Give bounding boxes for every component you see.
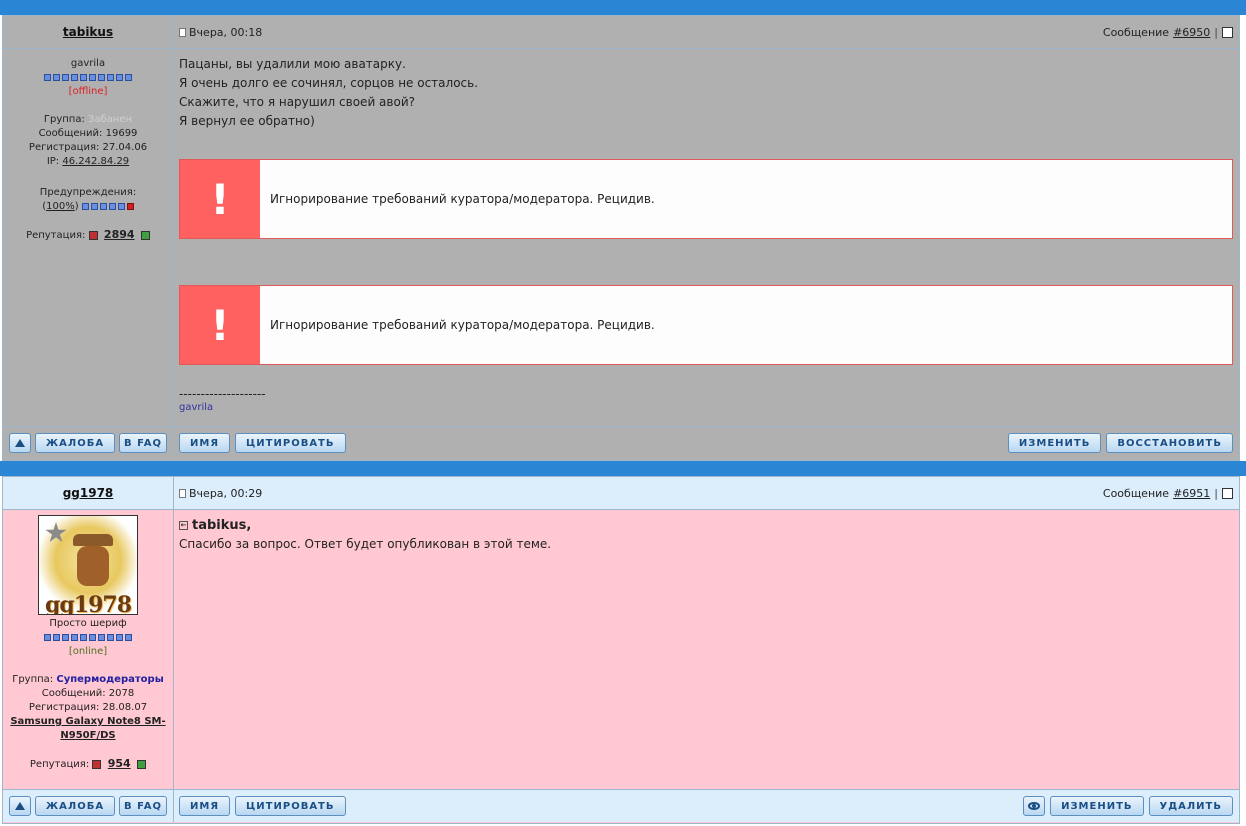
user-device-link[interactable]: Samsung Galaxy Note8 SM-N950F/DS bbox=[3, 715, 173, 743]
arrow-up-icon bbox=[15, 439, 25, 447]
user-group: Группа: Забанен bbox=[43, 114, 133, 125]
quote-button[interactable]: ЦИТИРОВАТЬ bbox=[235, 796, 346, 816]
document-icon bbox=[179, 488, 186, 498]
edit-button[interactable]: ИЗМЕНИТЬ bbox=[1007, 433, 1102, 453]
message-link[interactable]: #6950 bbox=[1173, 26, 1210, 39]
post-line: Пацаны, вы удалили мою аватарку. bbox=[179, 57, 406, 71]
post-header: tabikus Вчера, 00:18 Сообщение #6950 | bbox=[3, 16, 1239, 49]
user-reputation: Репутация: 2894 bbox=[3, 228, 173, 243]
scroll-top-button[interactable] bbox=[9, 796, 31, 816]
rep-minus-icon[interactable] bbox=[88, 230, 98, 240]
edit-button[interactable]: ИЗМЕНИТЬ bbox=[1050, 796, 1144, 816]
message-link[interactable]: #6951 bbox=[1173, 487, 1210, 500]
rep-minus-icon[interactable] bbox=[92, 759, 102, 769]
post-6950: tabikus Вчера, 00:18 Сообщение #6950 | g… bbox=[2, 15, 1240, 461]
reputation-value[interactable]: 954 bbox=[108, 757, 131, 770]
scroll-top-button[interactable] bbox=[9, 433, 31, 453]
user-post-count: Сообщений: 19699 bbox=[38, 128, 138, 139]
arrow-up-icon bbox=[15, 802, 25, 810]
signature-divider: -------------------- bbox=[179, 387, 266, 401]
user-post-count: Сообщений: 2078 bbox=[41, 688, 135, 699]
date-text: Вчера, 00:18 bbox=[189, 25, 263, 39]
message-number: Сообщение #6950 | bbox=[1103, 26, 1233, 39]
post-date: Вчера, 00:29 bbox=[179, 487, 262, 500]
separator: | bbox=[1214, 25, 1218, 39]
sheriff-star-icon bbox=[45, 522, 67, 543]
ip-link[interactable]: 46.242.84.29 bbox=[62, 156, 129, 167]
avatar-text: gg1978 bbox=[45, 592, 132, 615]
author-nick[interactable]: tabikus bbox=[63, 25, 113, 39]
post-header: gg1978 Вчера, 00:29 Сообщение #6951 | bbox=[3, 477, 1239, 510]
author-nick[interactable]: gg1978 bbox=[63, 486, 114, 500]
post-toolbar: ЖАЛОБА В FAQ ИМЯ ЦИТИРОВАТЬ ИЗМЕНИТЬ ВОС… bbox=[3, 426, 1239, 459]
warning-text: Игнорирование требований куратора/модера… bbox=[270, 317, 655, 332]
separator: | bbox=[1214, 486, 1218, 500]
warnings-label: Предупреждения: bbox=[39, 187, 137, 198]
user-ip: IP: 46.242.84.29 bbox=[46, 156, 130, 167]
document-icon bbox=[179, 27, 186, 37]
rank-pips bbox=[44, 73, 132, 81]
post-separator-bar bbox=[0, 461, 1246, 476]
date-text: Вчера, 00:29 bbox=[189, 486, 263, 500]
faq-button[interactable]: В FAQ bbox=[118, 433, 167, 453]
faq-button[interactable]: В FAQ bbox=[118, 796, 167, 816]
warning-text: Игнорирование требований куратора/модера… bbox=[270, 191, 655, 206]
warning-pips bbox=[81, 202, 134, 210]
user-registration: Регистрация: 27.04.06 bbox=[28, 142, 148, 153]
select-checkbox[interactable] bbox=[1222, 487, 1233, 499]
user-info-panel: gavrila [offline] Группа: Забанен Сообще… bbox=[3, 49, 174, 426]
quote-button[interactable]: ЦИТИРОВАТЬ bbox=[235, 433, 346, 453]
user-group: Группа: Супермодераторы bbox=[12, 674, 164, 685]
reply-mention[interactable]: ← tabikus, bbox=[179, 516, 1233, 535]
message-label: Сообщение bbox=[1102, 486, 1170, 500]
post-separator-bar bbox=[0, 0, 1246, 15]
user-registration: Регистрация: 28.08.07 bbox=[28, 702, 148, 713]
exclamation-icon: ! bbox=[180, 160, 260, 238]
signature: gavrila bbox=[179, 402, 214, 413]
warnings-percent-link[interactable]: 100% bbox=[46, 201, 75, 212]
warnings-level: (100%) bbox=[3, 200, 173, 214]
user-info-panel: gg1978 Просто шериф [online] Группа: Суп… bbox=[3, 510, 174, 789]
complaint-button[interactable]: ЖАЛОБА bbox=[34, 433, 116, 453]
user-title: Просто шериф bbox=[49, 618, 127, 629]
name-button[interactable]: ИМЯ bbox=[179, 433, 231, 453]
name-button[interactable]: ИМЯ bbox=[179, 796, 231, 816]
post-content: Пацаны, вы удалили мою аватарку. Я очень… bbox=[174, 49, 1239, 426]
user-status: [online] bbox=[68, 646, 108, 657]
moderator-warning: ! Игнорирование требований куратора/моде… bbox=[179, 285, 1233, 365]
complaint-button[interactable]: ЖАЛОБА bbox=[34, 796, 116, 816]
post-text: Спасибо за вопрос. Ответ будет опубликов… bbox=[179, 537, 552, 551]
moderator-warning: ! Игнорирование требований куратора/моде… bbox=[179, 159, 1233, 239]
post-date: Вчера, 00:18 bbox=[179, 26, 262, 39]
post-line: Я очень долго ее сочинял, сорцов не оста… bbox=[179, 76, 479, 90]
user-status: [offline] bbox=[68, 86, 108, 97]
eye-icon bbox=[1028, 802, 1041, 810]
restore-button[interactable]: ВОССТАНОВИТЬ bbox=[1106, 433, 1233, 453]
reply-to-nick: tabikus, bbox=[192, 518, 252, 533]
post-line: Скажите, что я нарушил своей авой? bbox=[179, 95, 415, 109]
user-title: gavrila bbox=[70, 58, 106, 69]
select-checkbox[interactable] bbox=[1222, 26, 1233, 38]
rank-pips bbox=[44, 633, 132, 641]
view-button[interactable] bbox=[1023, 796, 1046, 816]
exclamation-icon: ! bbox=[180, 286, 260, 364]
delete-button[interactable]: УДАЛИТЬ bbox=[1148, 796, 1233, 816]
avatar[interactable]: gg1978 bbox=[38, 515, 138, 615]
message-number: Сообщение #6951 | bbox=[1103, 487, 1233, 500]
post-toolbar: ЖАЛОБА В FAQ ИМЯ ЦИТИРОВАТЬ ИЗМЕНИТЬ УДА… bbox=[3, 789, 1239, 822]
post-content: ← tabikus, Спасибо за вопрос. Ответ буде… bbox=[174, 510, 1239, 789]
rep-plus-icon[interactable] bbox=[137, 759, 147, 769]
user-reputation: Репутация: 954 bbox=[3, 757, 173, 772]
reply-arrow-icon: ← bbox=[179, 521, 188, 530]
reputation-value[interactable]: 2894 bbox=[104, 228, 135, 241]
message-label: Сообщение bbox=[1102, 25, 1170, 39]
rep-plus-icon[interactable] bbox=[140, 230, 150, 240]
post-6951: gg1978 Вчера, 00:29 Сообщение #6951 | gg… bbox=[2, 476, 1240, 824]
post-line: Я вернул ее обратно) bbox=[179, 114, 315, 128]
